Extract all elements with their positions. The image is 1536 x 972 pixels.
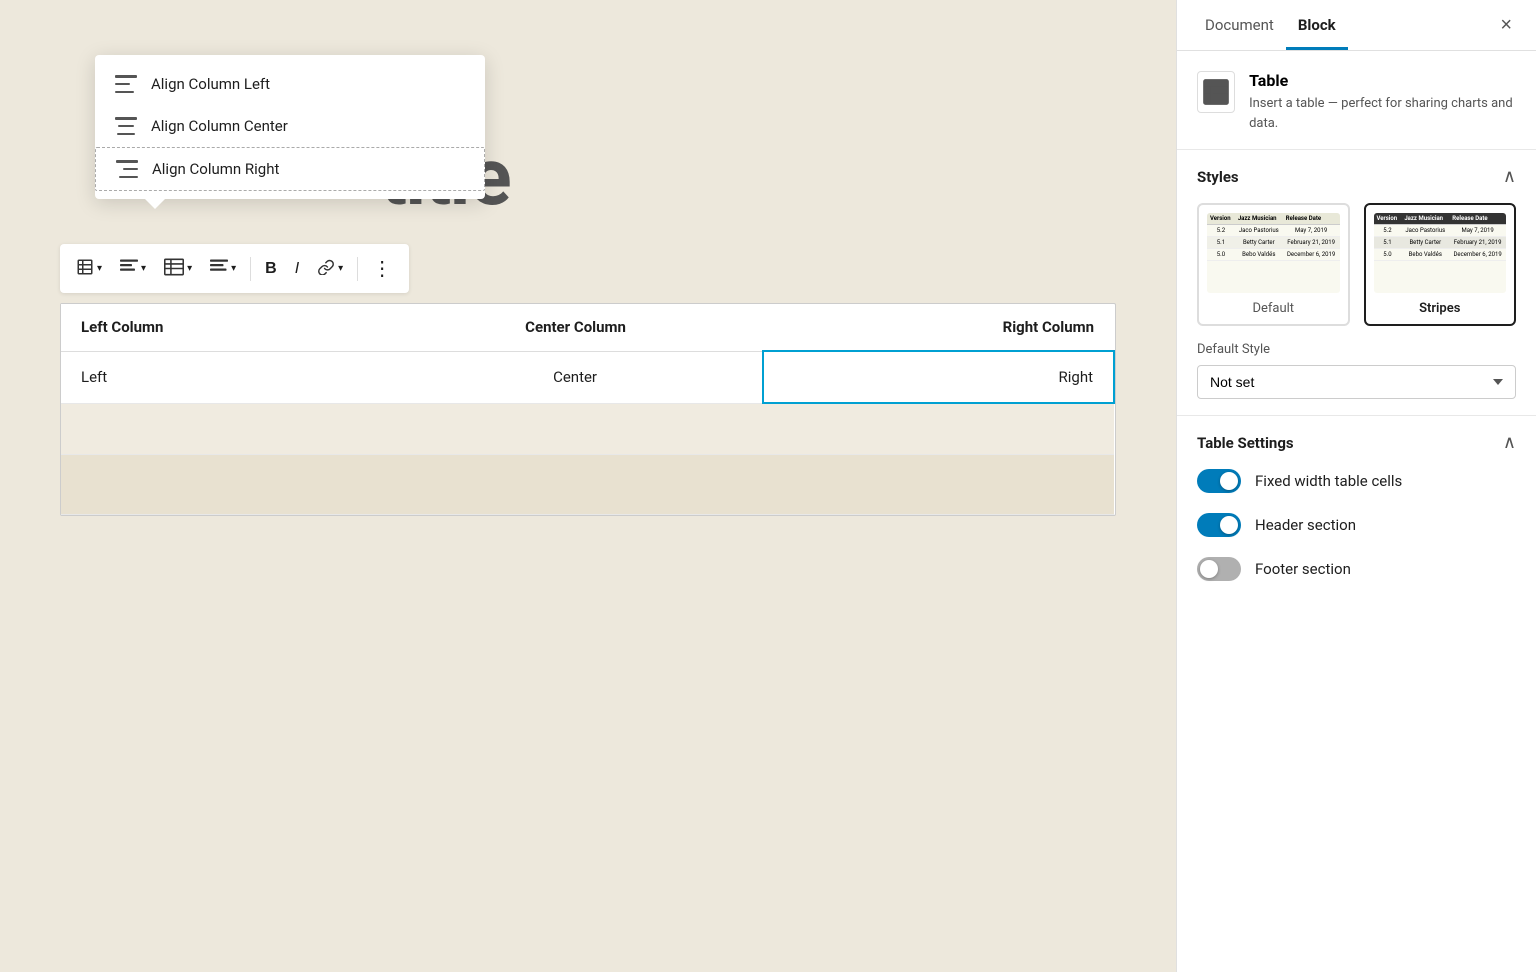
- header-section-toggle[interactable]: [1197, 513, 1241, 537]
- default-mini-table: VersionJazz MusicianRelease Date 5.2Jaco…: [1207, 213, 1340, 261]
- toolbar-divider-1: [250, 257, 251, 281]
- bold-toolbar-btn[interactable]: B: [257, 254, 285, 284]
- table-footer-row: [61, 455, 1114, 515]
- styles-collapse-btn[interactable]: ∧: [1503, 166, 1516, 187]
- more-icon: ⋮: [372, 256, 393, 281]
- tab-document[interactable]: Document: [1193, 0, 1286, 50]
- table-settings-collapse-btn[interactable]: ∧: [1503, 432, 1516, 453]
- align-left-option[interactable]: Align Column Left: [95, 63, 485, 105]
- center-column-header[interactable]: Center Column: [388, 304, 764, 351]
- more-toolbar-btn[interactable]: ⋮: [364, 250, 401, 287]
- stripes-style-preview: VersionJazz MusicianRelease Date 5.2Jaco…: [1374, 213, 1507, 293]
- default-style-select[interactable]: Not set Default Stripes: [1197, 365, 1516, 399]
- align-right-label: Align Column Right: [152, 160, 279, 178]
- table-btn-arrow: ▾: [97, 263, 102, 274]
- sidebar: Document Block × Table Insert a table — …: [1176, 0, 1536, 972]
- fixed-width-knob: [1220, 472, 1238, 490]
- table-settings-title: Table Settings: [1197, 434, 1294, 452]
- table-container: Left Column Center Column Right Column L…: [60, 303, 1116, 516]
- block-title: Table: [1249, 71, 1516, 90]
- footer-right-cell[interactable]: [763, 455, 1114, 515]
- table-props-btn-arrow: ▾: [187, 263, 192, 274]
- footer-section-toggle-row: Footer section: [1197, 557, 1516, 581]
- footer-section-knob: [1200, 560, 1218, 578]
- block-subtitle: Insert a table — perfect for sharing cha…: [1249, 94, 1516, 133]
- table-props-icon: [164, 258, 184, 279]
- italic-icon: I: [295, 260, 299, 278]
- table-settings-header: Table Settings ∧: [1197, 432, 1516, 453]
- footer-left-cell[interactable]: [61, 455, 388, 515]
- header-section-knob: [1220, 516, 1238, 534]
- default-style-label: Default: [1207, 301, 1340, 316]
- align-center-icon: [115, 117, 137, 135]
- block-toolbar: ▾ ▾ ▾: [60, 244, 409, 293]
- table-header-row: Left Column Center Column Right Column: [61, 304, 1114, 351]
- styles-section-header: Styles ∧: [1197, 166, 1516, 187]
- page-title: title: [380, 130, 1116, 224]
- center-cell-empty[interactable]: [388, 403, 764, 455]
- header-section-label: Header section: [1255, 516, 1356, 534]
- table-block-icon: [1202, 78, 1230, 106]
- default-style-preview: VersionJazz MusicianRelease Date 5.2Jaco…: [1207, 213, 1340, 293]
- table-props-toolbar-btn[interactable]: ▾: [156, 252, 200, 285]
- col-align-btn-arrow: ▾: [231, 263, 236, 274]
- default-style-card[interactable]: VersionJazz MusicianRelease Date 5.2Jaco…: [1197, 203, 1350, 326]
- style-cards-container: VersionJazz MusicianRelease Date 5.2Jaco…: [1197, 203, 1516, 326]
- editor-area: Align Column Left Align Column Center Al…: [0, 0, 1176, 972]
- align-left-toolbar-btn[interactable]: ▾: [112, 253, 154, 284]
- align-center-label: Align Column Center: [151, 117, 288, 135]
- styles-section: Styles ∧ VersionJazz MusicianRelease Dat…: [1177, 150, 1536, 416]
- footer-section-label: Footer section: [1255, 560, 1351, 578]
- align-left-toolbar-icon: [120, 259, 138, 278]
- fixed-width-toggle-row: Fixed width table cells: [1197, 469, 1516, 493]
- sidebar-tabs: Document Block ×: [1177, 0, 1536, 51]
- close-sidebar-button[interactable]: ×: [1492, 6, 1520, 45]
- stripes-style-card[interactable]: VersionJazz MusicianRelease Date 5.2Jaco…: [1364, 203, 1517, 326]
- table-row: Left Center Right: [61, 351, 1114, 403]
- right-cell-selected[interactable]: Right: [763, 351, 1114, 403]
- link-btn-arrow: ▾: [338, 263, 343, 274]
- link-toolbar-btn[interactable]: ▾: [309, 253, 351, 284]
- table-settings-section: Table Settings ∧ Fixed width table cells…: [1177, 416, 1536, 617]
- footer-section-toggle[interactable]: [1197, 557, 1241, 581]
- header-section-toggle-row: Header section: [1197, 513, 1516, 537]
- right-column-header[interactable]: Right Column: [763, 304, 1114, 351]
- dropdown-arrow: [145, 199, 165, 209]
- data-table: Left Column Center Column Right Column L…: [61, 304, 1115, 515]
- footer-center-cell[interactable]: [388, 455, 764, 515]
- right-cell-empty[interactable]: [763, 403, 1114, 455]
- left-cell[interactable]: Left: [61, 351, 388, 403]
- table-toolbar-btn[interactable]: ▾: [68, 252, 110, 285]
- align-left-icon: [115, 75, 137, 93]
- default-style-field-label: Default Style: [1197, 342, 1516, 357]
- bold-icon: B: [265, 260, 277, 278]
- left-cell-empty[interactable]: [61, 403, 388, 455]
- align-right-icon: [116, 160, 138, 178]
- left-column-header[interactable]: Left Column: [61, 304, 388, 351]
- fixed-width-toggle[interactable]: [1197, 469, 1241, 493]
- styles-section-title: Styles: [1197, 168, 1239, 186]
- fixed-width-label: Fixed width table cells: [1255, 472, 1402, 490]
- center-cell[interactable]: Center: [388, 351, 764, 403]
- stripes-style-label: Stripes: [1374, 301, 1507, 316]
- stripes-mini-table: VersionJazz MusicianRelease Date 5.2Jaco…: [1374, 213, 1507, 261]
- align-left-label: Align Column Left: [151, 75, 270, 93]
- table-icon: [76, 258, 94, 279]
- align-dropdown-menu: Align Column Left Align Column Center Al…: [95, 55, 485, 199]
- tab-block[interactable]: Block: [1286, 0, 1348, 50]
- table-row: [61, 403, 1114, 455]
- link-icon: [317, 259, 335, 278]
- block-icon-wrap: [1197, 71, 1235, 113]
- block-info: Table Insert a table — perfect for shari…: [1177, 51, 1536, 150]
- col-align-icon: [210, 259, 228, 278]
- align-right-option[interactable]: Align Column Right: [95, 147, 485, 191]
- align-center-option[interactable]: Align Column Center: [95, 105, 485, 147]
- align-btn-arrow: ▾: [141, 263, 146, 274]
- italic-toolbar-btn[interactable]: I: [287, 254, 307, 284]
- block-description: Table Insert a table — perfect for shari…: [1249, 71, 1516, 133]
- toolbar-divider-2: [357, 257, 358, 281]
- col-align-toolbar-btn[interactable]: ▾: [202, 253, 244, 284]
